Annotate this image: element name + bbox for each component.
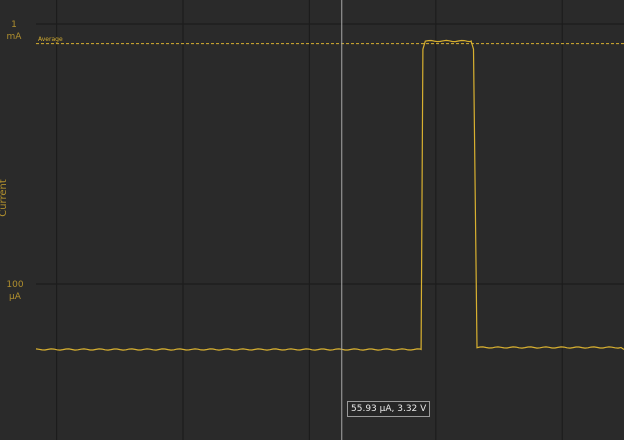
- average-label: Average: [38, 36, 63, 43]
- y-tick-100ua-value: 100: [6, 280, 23, 290]
- current-trace: [35, 39, 624, 351]
- current-chart[interactable]: 1 mA 100 µA Current Average: [0, 0, 624, 440]
- y-axis: 1 mA 100 µA Current: [0, 20, 24, 302]
- y-tick-1ma-value: 1: [11, 20, 17, 30]
- y-tick-1ma-unit: mA: [7, 32, 23, 42]
- gridlines: [36, 0, 624, 440]
- y-tick-100ua-unit: µA: [9, 292, 22, 302]
- y-axis-label: Current: [0, 179, 9, 217]
- cursor-tooltip: 55.93 µA, 3.32 V: [347, 401, 431, 417]
